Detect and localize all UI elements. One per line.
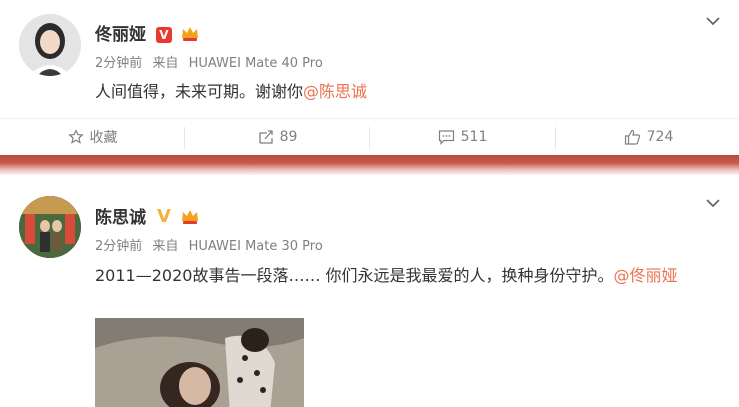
repost-count: 89 [279,129,298,145]
verified-icon: V [156,206,171,227]
avatar-image [19,14,81,76]
section-separator [0,155,739,175]
chevron-down-icon[interactable] [705,13,721,29]
comment-count: 511 [460,129,488,145]
repost-button[interactable]: 89 [185,119,370,155]
post-meta: 2分钟前 来自 HUAWEI Mate 30 Pro [95,235,323,254]
like-icon [624,129,640,145]
author-name[interactable]: 佟丽娅 V [95,20,200,45]
post-time[interactable]: 2分钟前 [95,56,142,71]
repost-icon [258,130,273,144]
author-name[interactable]: 陈思诚 V [95,203,200,228]
author-name-text[interactable]: 陈思诚 [95,208,146,228]
avatar[interactable] [19,196,81,258]
author-name-text[interactable]: 佟丽娅 [95,25,146,45]
favorite-label: 收藏 [89,130,118,146]
like-button[interactable]: 724 [556,119,739,155]
avatar-image [19,196,81,258]
weibo-post-2: 陈思诚 V 2分钟前 来自 HUAWEI Mate 30 Pro 2011—20… [0,175,739,407]
comment-button[interactable]: 511 [370,119,555,155]
source-device: HUAWEI Mate 30 Pro [188,239,323,254]
post-meta: 2分钟前 来自 HUAWEI Mate 40 Pro [95,52,323,71]
post-text: 人间值得，未来可期。谢谢你@陈思诚 [95,78,367,102]
source-prefix: 来自 [152,239,179,254]
post-text: 2011—2020故事告一段落…… 你们永远是我最爱的人，换种身份守护。@佟丽娅 [95,262,678,286]
source-prefix: 来自 [152,56,179,71]
mention-link[interactable]: @陈思诚 [303,82,367,101]
photo-image [95,318,304,407]
chevron-down-icon[interactable] [705,195,721,211]
star-icon [67,129,84,144]
favorite-button[interactable]: 收藏 [0,119,185,155]
crown-badge-icon [181,27,198,41]
crown-badge-icon [181,210,198,224]
comment-icon [438,130,454,145]
mention-link[interactable]: @佟丽娅 [614,266,678,285]
post-photo[interactable] [95,318,304,407]
avatar[interactable] [19,14,81,76]
source-device: HUAWEI Mate 40 Pro [188,56,323,71]
like-count: 724 [646,129,674,145]
verified-icon: V [155,27,172,43]
post-text-body: 2011—2020故事告一段落…… 你们永远是我最爱的人，换种身份守护。 [95,266,614,285]
post-text-body: 人间值得，未来可期。谢谢你 [95,82,304,101]
action-bar: 收藏 89 511 724 [0,118,739,155]
post-time[interactable]: 2分钟前 [95,239,142,254]
weibo-post-1: 佟丽娅 V 2分钟前 来自 HUAWEI Mate 40 Pro 人间值得，未来… [0,0,739,155]
